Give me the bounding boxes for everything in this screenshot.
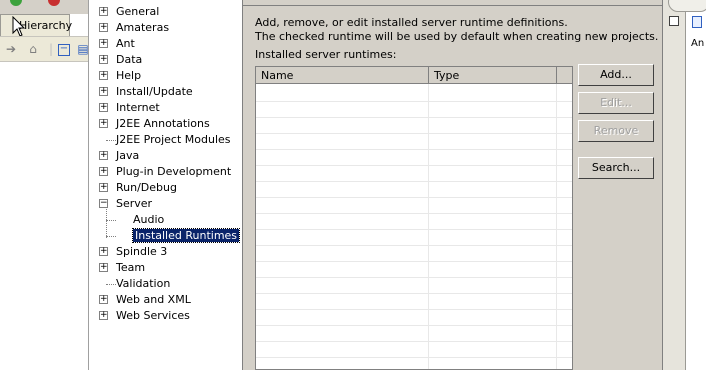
- tree-item-help[interactable]: + Help: [99, 68, 141, 84]
- expand-icon[interactable]: +: [99, 103, 108, 112]
- row-line: [256, 181, 572, 182]
- expand-icon[interactable]: +: [99, 311, 108, 320]
- outline-panel: An: [685, 10, 706, 370]
- row-line: [256, 293, 572, 294]
- expand-icon[interactable]: +: [99, 119, 108, 128]
- tree-item-ant[interactable]: + Ant: [99, 36, 135, 52]
- row-line: [256, 277, 572, 278]
- row-line: [256, 197, 572, 198]
- tree-item-java[interactable]: + Java: [99, 148, 139, 164]
- row-line: [256, 261, 572, 262]
- stop-icon[interactable]: [48, 0, 60, 6]
- tree-item-general[interactable]: + General: [99, 4, 159, 20]
- row-line: [256, 213, 572, 214]
- tree-item-amateras[interactable]: + Amateras: [99, 20, 169, 36]
- tab-hierarchy-label: Hierarchy: [19, 19, 73, 32]
- row-line: [256, 133, 572, 134]
- runtimes-table[interactable]: Name Type: [255, 66, 573, 370]
- tree-item-audio[interactable]: Audio: [133, 212, 164, 228]
- expand-icon[interactable]: +: [99, 263, 108, 272]
- column-header-type[interactable]: Type: [429, 67, 557, 84]
- hierarchy-toolbar: ➔ ⌂ | − ▤: [0, 36, 89, 62]
- tree-item-team[interactable]: + Team: [99, 260, 145, 276]
- forward-arrow-icon[interactable]: ➔: [4, 42, 18, 56]
- outline-icon[interactable]: [692, 16, 702, 28]
- home-icon[interactable]: ⌂: [26, 42, 40, 56]
- expand-icon[interactable]: +: [99, 39, 108, 48]
- tree-guide-line: [106, 236, 116, 237]
- expand-icon[interactable]: +: [99, 23, 108, 32]
- add-button[interactable]: Add...: [578, 64, 654, 86]
- expand-icon[interactable]: +: [99, 183, 108, 192]
- tree-item-install-update[interactable]: + Install/Update: [99, 84, 193, 100]
- tab-hierarchy[interactable]: Hierarchy: [0, 14, 73, 36]
- tree-item-internet[interactable]: + Internet: [99, 100, 160, 116]
- installed-runtimes-label: Installed server runtimes:: [255, 48, 397, 61]
- expand-icon[interactable]: +: [99, 247, 108, 256]
- collapse-icon[interactable]: −: [99, 199, 108, 208]
- tree-item-plugin-development[interactable]: + Plug-in Development: [99, 164, 231, 180]
- tree-item-spindle-3[interactable]: + Spindle 3: [99, 244, 167, 260]
- top-right-rounded-corner: [668, 0, 706, 12]
- row-line: [256, 229, 572, 230]
- page-title-bar: [243, 0, 662, 6]
- right-sash[interactable]: [662, 0, 685, 370]
- maximize-icon[interactable]: [669, 16, 679, 26]
- separator: |: [48, 42, 54, 56]
- expand-icon[interactable]: +: [99, 87, 108, 96]
- row-line: [256, 325, 572, 326]
- expand-icon[interactable]: +: [99, 167, 108, 176]
- tree-item-web-and-xml[interactable]: + Web and XML: [99, 292, 191, 308]
- expand-icon[interactable]: +: [99, 71, 108, 80]
- expand-icon[interactable]: +: [99, 7, 108, 16]
- column-header-name[interactable]: Name: [256, 67, 429, 84]
- row-line: [256, 117, 572, 118]
- row-line: [256, 309, 572, 310]
- column-header-filler: [557, 67, 572, 84]
- description-line-2: The checked runtime will be used by defa…: [255, 30, 659, 43]
- row-line: [256, 101, 572, 102]
- expand-icon[interactable]: +: [99, 55, 108, 64]
- remove-button[interactable]: Remove: [578, 120, 654, 142]
- tree-item-validation[interactable]: Validation: [99, 276, 170, 292]
- tree-item-data[interactable]: + Data: [99, 52, 142, 68]
- tree-guide-line: [106, 220, 116, 221]
- top-toolbar-strip: [0, 0, 88, 14]
- tree-item-j2ee-project-modules[interactable]: J2EE Project Modules: [99, 132, 231, 148]
- column-divider: [556, 84, 557, 369]
- tree-item-run-debug[interactable]: + Run/Debug: [99, 180, 177, 196]
- row-line: [256, 341, 572, 342]
- preferences-tree: + General + Amateras + Ant + Data + Help + Ins…: [88, 0, 242, 370]
- row-line: [256, 165, 572, 166]
- search-button[interactable]: Search...: [578, 157, 654, 179]
- row-line: [256, 357, 572, 358]
- row-line: [256, 245, 572, 246]
- tree-item-installed-runtimes[interactable]: Installed Runtimes: [131, 228, 241, 244]
- outline-tab-label: An: [691, 38, 705, 49]
- expand-icon[interactable]: +: [99, 295, 108, 304]
- tree-item-j2ee-annotations[interactable]: + J2EE Annotations: [99, 116, 210, 132]
- tree-item-web-services[interactable]: + Web Services: [99, 308, 190, 324]
- column-divider: [428, 84, 429, 369]
- tree-item-server[interactable]: − Server: [99, 196, 152, 212]
- edit-button[interactable]: Edit...: [578, 92, 654, 114]
- collapse-all-icon[interactable]: −: [58, 44, 70, 56]
- description-line-1: Add, remove, or edit installed server ru…: [255, 16, 568, 29]
- row-line: [256, 149, 572, 150]
- expand-icon[interactable]: +: [99, 151, 108, 160]
- run-icon[interactable]: [10, 0, 22, 6]
